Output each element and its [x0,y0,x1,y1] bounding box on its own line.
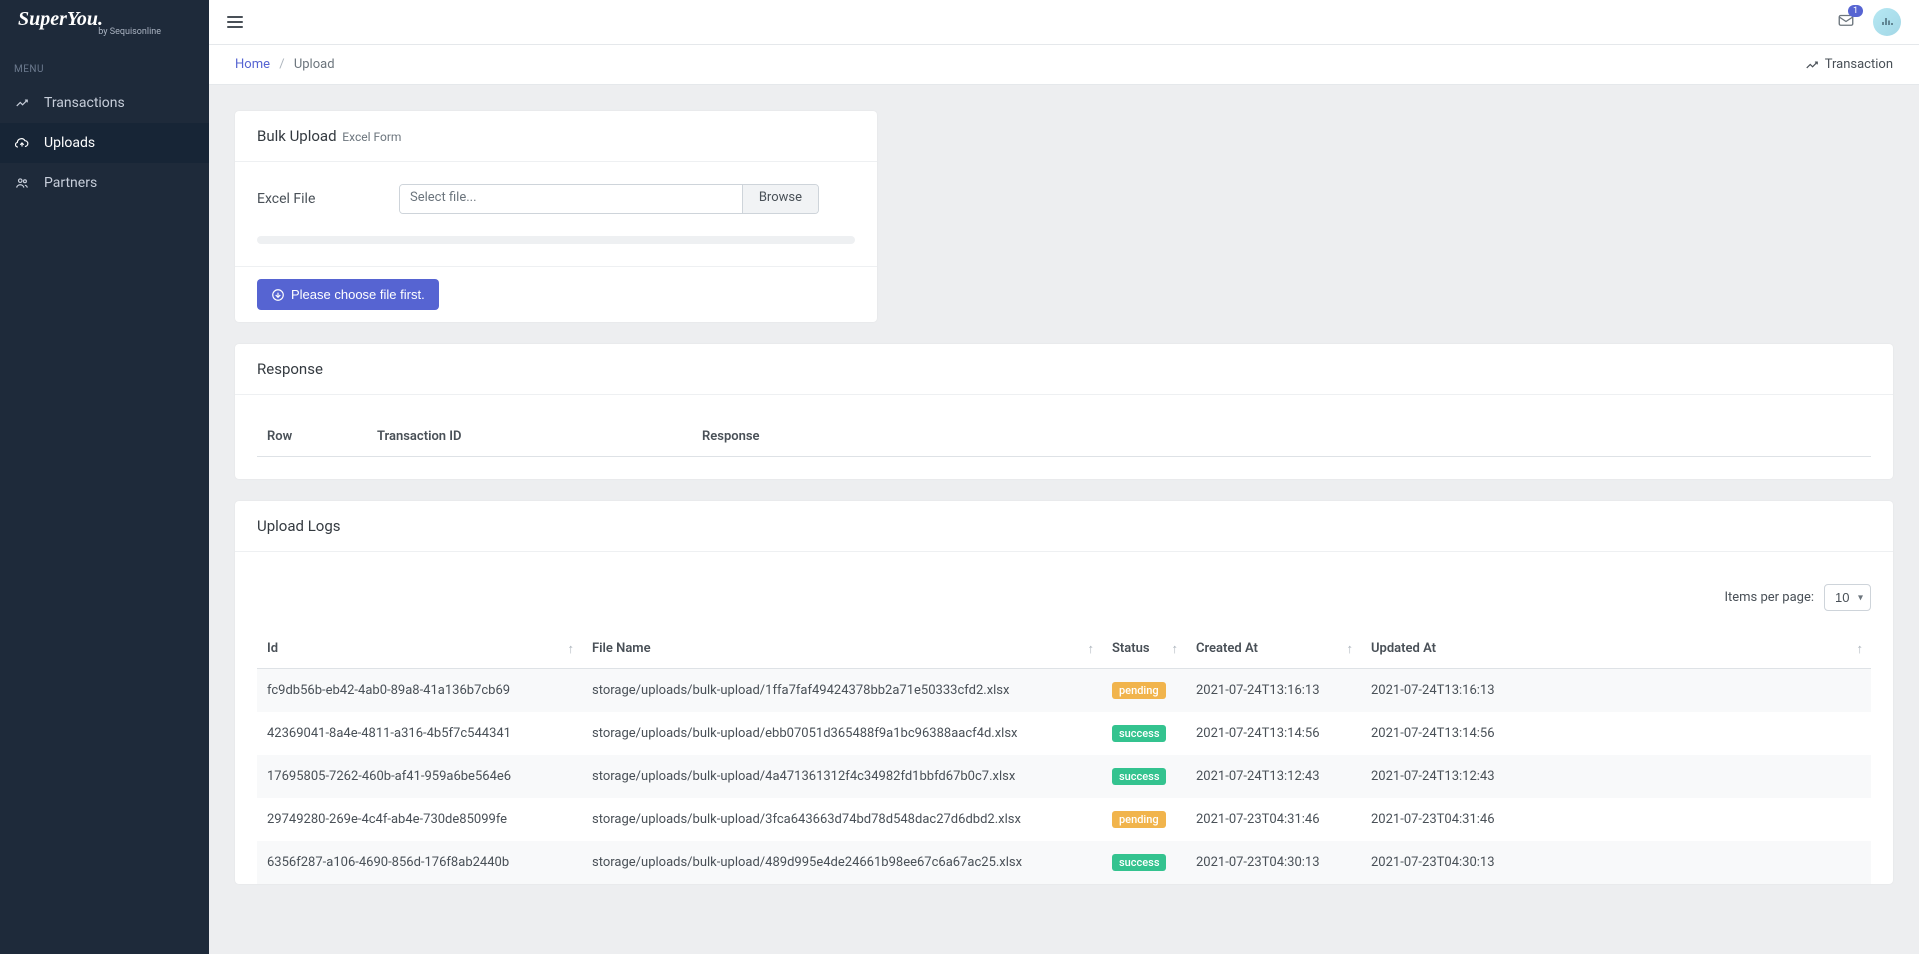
status-badge: success [1112,725,1166,742]
menu-label: MENU [0,46,209,83]
avatar[interactable] [1873,8,1901,36]
page-label-text: Transaction [1825,57,1893,72]
cell-created: 2021-07-23T04:31:46 [1186,798,1361,841]
page-label: Transaction [1805,57,1893,72]
upload-submit-label: Please choose file first. [291,287,425,302]
notifications-button[interactable]: 1 [1837,11,1855,33]
cell-created: 2021-07-24T13:12:43 [1186,755,1361,798]
content: Bulk Upload Excel Form Excel File Select… [209,85,1919,954]
status-badge: pending [1112,811,1166,828]
sidebar-item-transactions[interactable]: Transactions [0,83,209,123]
breadcrumb-home[interactable]: Home [235,57,270,72]
status-badge: success [1112,854,1166,871]
cell-updated: 2021-07-24T13:16:13 [1361,669,1871,713]
breadcrumb-bar: Home / Upload Transaction [209,45,1919,85]
cell-file: storage/uploads/bulk-upload/1ffa7faf4942… [582,669,1102,713]
table-row[interactable]: fc9db56b-eb42-4ab0-89a8-41a136b7cb69stor… [257,669,1871,713]
upload-logs-header: Upload Logs [235,501,1893,552]
cell-id: 29749280-269e-4c4f-ab4e-730de85099fe [257,798,582,841]
table-row[interactable]: 17695805-7262-460b-af41-959a6be564e6stor… [257,755,1871,798]
sidebar-item-partners[interactable]: Partners [0,163,209,203]
main: 1 Home / Upload Transaction Bulk Uplo [209,0,1919,954]
file-field-label: Excel File [257,191,377,207]
sidebar-item-label: Transactions [44,95,125,111]
response-table: Row Transaction ID Response [257,417,1871,457]
pager-label: Items per page: [1724,590,1814,605]
col-created-at[interactable]: Created At↑ [1186,629,1361,669]
sort-icon: ↑ [1347,641,1354,657]
response-card: Response Row Transaction ID Response [235,344,1893,479]
cell-file: storage/uploads/bulk-upload/3fca643663d7… [582,798,1102,841]
status-badge: success [1112,768,1166,785]
bulk-upload-header: Bulk Upload Excel Form [235,111,877,162]
cell-file: storage/uploads/bulk-upload/489d995e4de2… [582,841,1102,884]
cell-id: 42369041-8a4e-4811-a316-4b5f7c544341 [257,712,582,755]
cell-status: pending [1102,798,1186,841]
menu-toggle-button[interactable] [227,16,243,28]
pager: Items per page: 10 [257,574,1871,629]
col-status[interactable]: Status↑ [1102,629,1186,669]
sidebar-item-label: Uploads [44,135,95,151]
cell-updated: 2021-07-24T13:12:43 [1361,755,1871,798]
upload-logs-card: Upload Logs Items per page: 10 [235,501,1893,884]
table-row[interactable]: 29749280-269e-4c4f-ab4e-730de85099festor… [257,798,1871,841]
sort-icon: ↑ [568,641,575,657]
cell-updated: 2021-07-24T13:14:56 [1361,712,1871,755]
cell-status: success [1102,841,1186,884]
sidebar: SuperYou. by Sequisonline MENU Transacti… [0,0,209,954]
col-transaction-id[interactable]: Transaction ID [367,417,692,457]
bulk-upload-title: Bulk Upload [257,127,337,145]
sort-icon: ↑ [1172,641,1179,657]
brand-main: SuperYou. [18,9,103,29]
table-row[interactable]: 42369041-8a4e-4811-a316-4b5f7c544341stor… [257,712,1871,755]
sidebar-item-label: Partners [44,175,97,191]
breadcrumb-current: Upload [294,57,335,72]
sort-icon: ↑ [1857,641,1864,657]
cell-status: success [1102,712,1186,755]
status-badge: pending [1112,682,1166,699]
avatar-icon [1881,16,1893,28]
upload-progress [257,236,855,244]
cell-id: 17695805-7262-460b-af41-959a6be564e6 [257,755,582,798]
cell-file: storage/uploads/bulk-upload/4a471361312f… [582,755,1102,798]
cell-status: success [1102,755,1186,798]
breadcrumb-separator: / [279,57,284,72]
browse-button[interactable]: Browse [742,185,818,213]
bulk-upload-card: Bulk Upload Excel Form Excel File Select… [235,111,877,322]
cell-created: 2021-07-24T13:14:56 [1186,712,1361,755]
cell-file: storage/uploads/bulk-upload/ebb07051d365… [582,712,1102,755]
chart-icon [14,95,30,111]
cell-updated: 2021-07-23T04:31:46 [1361,798,1871,841]
cell-id: 6356f287-a106-4690-856d-176f8ab2440b [257,841,582,884]
table-row[interactable]: 6356f287-a106-4690-856d-176f8ab2440bstor… [257,841,1871,884]
sort-icon: ↑ [1088,641,1095,657]
brand-logo[interactable]: SuperYou. by Sequisonline [0,0,209,46]
col-updated-at[interactable]: Updated At↑ [1361,629,1871,669]
col-file-name[interactable]: File Name↑ [582,629,1102,669]
bulk-upload-subtitle: Excel Form [342,130,401,144]
arrow-down-circle-icon [271,288,285,302]
cell-id: fc9db56b-eb42-4ab0-89a8-41a136b7cb69 [257,669,582,713]
file-input[interactable]: Select file... Browse [399,184,819,214]
users-icon [14,175,30,191]
sidebar-item-uploads[interactable]: Uploads [0,123,209,163]
cell-created: 2021-07-23T04:30:13 [1186,841,1361,884]
response-header: Response [235,344,1893,395]
upload-submit-button[interactable]: Please choose file first. [257,279,439,310]
chart-icon [1805,58,1819,72]
file-placeholder: Select file... [400,185,742,213]
brand-sub: by Sequisonline [98,27,161,37]
notif-badge: 1 [1848,5,1863,17]
cloud-upload-icon [14,135,30,151]
cell-created: 2021-07-24T13:16:13 [1186,669,1361,713]
topbar: 1 [209,0,1919,45]
logs-table: Id↑ File Name↑ Status↑ Created At↑ Updat… [257,629,1871,884]
col-id[interactable]: Id↑ [257,629,582,669]
breadcrumb: Home / Upload [235,57,335,72]
col-response[interactable]: Response [692,417,1871,457]
cell-updated: 2021-07-23T04:30:13 [1361,841,1871,884]
pager-select[interactable]: 10 [1824,584,1871,611]
cell-status: pending [1102,669,1186,713]
col-row[interactable]: Row [257,417,367,457]
